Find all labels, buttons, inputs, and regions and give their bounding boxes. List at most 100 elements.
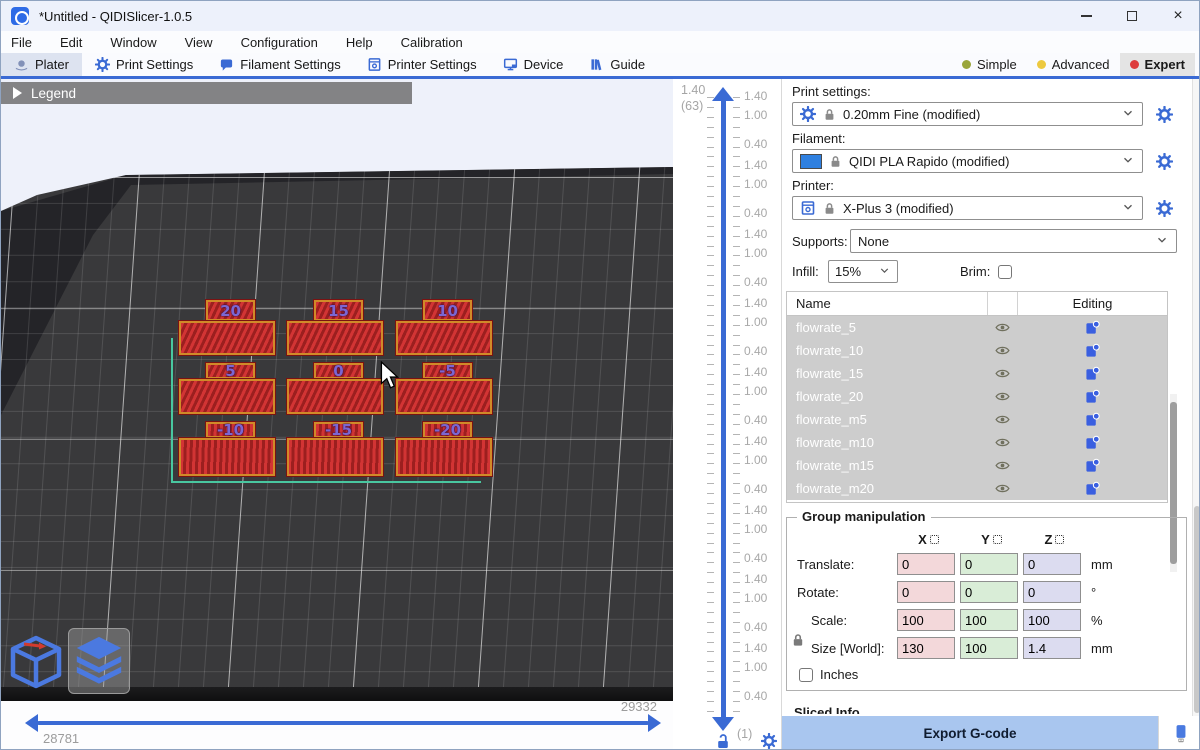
table-row-flowrate-10[interactable]: flowrate_10 bbox=[787, 339, 1167, 362]
table-row-flowrate-m5[interactable]: flowrate_m5 bbox=[787, 408, 1167, 431]
minimize-button[interactable] bbox=[1063, 1, 1109, 31]
gm-field-y-rotate[interactable] bbox=[960, 581, 1018, 603]
plate-object-5[interactable] bbox=[396, 379, 492, 414]
eye-icon[interactable] bbox=[987, 412, 1017, 427]
menu-item-calibration[interactable]: Calibration bbox=[395, 34, 469, 51]
plate-object-10[interactable] bbox=[396, 321, 492, 355]
gm-field-x-size-world[interactable] bbox=[897, 637, 955, 659]
edit-object-icon[interactable] bbox=[1017, 366, 1167, 381]
plate-object-15[interactable] bbox=[287, 438, 383, 476]
gm-field-z-rotate[interactable] bbox=[1023, 581, 1081, 603]
menu-item-window[interactable]: Window bbox=[104, 34, 162, 51]
menu-item-configuration[interactable]: Configuration bbox=[235, 34, 324, 51]
mode-expert[interactable]: Expert bbox=[1120, 53, 1195, 76]
export-gcode-button[interactable]: Export G-code bbox=[782, 716, 1158, 750]
printer-gear-button[interactable] bbox=[1156, 200, 1173, 217]
brim-checkbox[interactable] bbox=[998, 265, 1012, 279]
plate-object-20[interactable] bbox=[396, 438, 492, 476]
menu-item-edit[interactable]: Edit bbox=[54, 34, 88, 51]
tab-device[interactable]: Device bbox=[490, 53, 577, 76]
gm-field-x-rotate[interactable] bbox=[897, 581, 955, 603]
maximize-button[interactable] bbox=[1109, 1, 1155, 31]
tab-print-settings[interactable]: Print Settings bbox=[82, 53, 206, 76]
table-row-flowrate-5[interactable]: flowrate_5 bbox=[787, 316, 1167, 339]
edit-object-icon[interactable] bbox=[1017, 481, 1167, 496]
plate-object-tab-15[interactable]: 15 bbox=[314, 300, 363, 321]
edit-object-icon[interactable] bbox=[1017, 412, 1167, 427]
plate-object-tab-20[interactable]: -20 bbox=[423, 422, 472, 438]
menu-item-help[interactable]: Help bbox=[340, 34, 379, 51]
mode-simple[interactable]: Simple bbox=[952, 53, 1027, 76]
eye-icon[interactable] bbox=[987, 481, 1017, 496]
eye-icon[interactable] bbox=[987, 458, 1017, 473]
gm-field-z-scale[interactable] bbox=[1023, 609, 1081, 631]
tab-guide[interactable]: Guide bbox=[576, 53, 658, 76]
layer-slider-upper-thumb[interactable] bbox=[712, 87, 734, 101]
uniform-scale-lock-icon[interactable] bbox=[791, 633, 805, 647]
gm-field-x-scale[interactable] bbox=[897, 609, 955, 631]
moves-slider-track[interactable] bbox=[37, 721, 649, 725]
tab-plater[interactable]: Plater bbox=[1, 53, 82, 76]
filament-combo[interactable]: QIDI PLA Rapido (modified) bbox=[792, 149, 1143, 173]
gm-field-y-translate[interactable] bbox=[960, 553, 1018, 575]
table-row-flowrate-15[interactable]: flowrate_15 bbox=[787, 362, 1167, 385]
eye-icon[interactable] bbox=[987, 435, 1017, 450]
close-button[interactable]: × bbox=[1155, 1, 1200, 31]
layer-height-label: 1.00 bbox=[744, 522, 767, 536]
inches-checkbox[interactable] bbox=[799, 668, 813, 682]
moves-slider-right-thumb[interactable] bbox=[648, 714, 661, 732]
plate-object-tab-5[interactable]: -5 bbox=[423, 363, 472, 379]
gm-field-y-size-world[interactable] bbox=[960, 637, 1018, 659]
plate-object-20[interactable] bbox=[179, 321, 275, 355]
plate-object-tab-5[interactable]: 5 bbox=[206, 363, 255, 379]
print-settings-gear-button[interactable] bbox=[1156, 106, 1173, 123]
eye-icon[interactable] bbox=[987, 389, 1017, 404]
menu-item-file[interactable]: File bbox=[5, 34, 38, 51]
menu-item-view[interactable]: View bbox=[179, 34, 219, 51]
plate-object-tab-0[interactable]: 0 bbox=[314, 363, 363, 379]
plate-object-15[interactable] bbox=[287, 321, 383, 355]
plate-object-tab-10[interactable]: -10 bbox=[206, 422, 255, 438]
edit-object-icon[interactable] bbox=[1017, 320, 1167, 335]
eye-icon[interactable] bbox=[987, 320, 1017, 335]
export-to-usb-button[interactable] bbox=[1158, 716, 1200, 750]
slider-lock-open-icon[interactable] bbox=[715, 733, 731, 749]
print-settings-combo[interactable]: 0.20mm Fine (modified) bbox=[792, 102, 1143, 126]
printer-combo[interactable]: X-Plus 3 (modified) bbox=[792, 196, 1143, 220]
viewport-3d[interactable]: Legend 20151050-5-10-15-20 29332 28781 bbox=[1, 79, 673, 750]
eye-icon[interactable] bbox=[987, 366, 1017, 381]
tab-printer-settings[interactable]: Printer Settings bbox=[354, 53, 490, 76]
plate-object-tab-15[interactable]: -15 bbox=[314, 422, 363, 438]
layer-slider-lower-thumb[interactable] bbox=[712, 717, 734, 731]
gm-field-x-translate[interactable] bbox=[897, 553, 955, 575]
legend-collapsed-bar[interactable]: Legend bbox=[1, 82, 412, 104]
edit-object-icon[interactable] bbox=[1017, 389, 1167, 404]
slider-settings-gear-icon[interactable] bbox=[761, 733, 777, 749]
table-row-flowrate-m20[interactable]: flowrate_m20 bbox=[787, 477, 1167, 500]
filament-gear-button[interactable] bbox=[1156, 153, 1173, 170]
eye-icon[interactable] bbox=[987, 343, 1017, 358]
plate-object-10[interactable] bbox=[179, 438, 275, 476]
edit-object-icon[interactable] bbox=[1017, 343, 1167, 358]
plate-object-5[interactable] bbox=[179, 379, 275, 414]
gm-field-z-translate[interactable] bbox=[1023, 553, 1081, 575]
gm-field-z-size-world[interactable] bbox=[1023, 637, 1081, 659]
table-row-flowrate-m15[interactable]: flowrate_m15 bbox=[787, 454, 1167, 477]
plate-object-0[interactable] bbox=[287, 379, 383, 414]
table-row-flowrate-20[interactable]: flowrate_20 bbox=[787, 385, 1167, 408]
edit-object-icon[interactable] bbox=[1017, 435, 1167, 450]
supports-combo[interactable]: None bbox=[850, 229, 1177, 253]
editor-view-button[interactable] bbox=[7, 631, 65, 693]
gm-field-y-scale[interactable] bbox=[960, 609, 1018, 631]
edit-object-icon[interactable] bbox=[1017, 458, 1167, 473]
tab-filament-settings[interactable]: Filament Settings bbox=[206, 53, 353, 76]
infill-combo[interactable]: 15% bbox=[828, 260, 898, 283]
plate-object-tab-20[interactable]: 20 bbox=[206, 300, 255, 321]
panel-scrollbar[interactable] bbox=[1192, 79, 1200, 716]
moves-slider-left-thumb[interactable] bbox=[25, 714, 38, 732]
preview-view-button[interactable] bbox=[68, 628, 130, 694]
table-row-flowrate-m10[interactable]: flowrate_m10 bbox=[787, 431, 1167, 454]
layer-slider-track[interactable] bbox=[721, 101, 726, 717]
plate-object-tab-10[interactable]: 10 bbox=[423, 300, 472, 321]
mode-advanced[interactable]: Advanced bbox=[1027, 53, 1120, 76]
